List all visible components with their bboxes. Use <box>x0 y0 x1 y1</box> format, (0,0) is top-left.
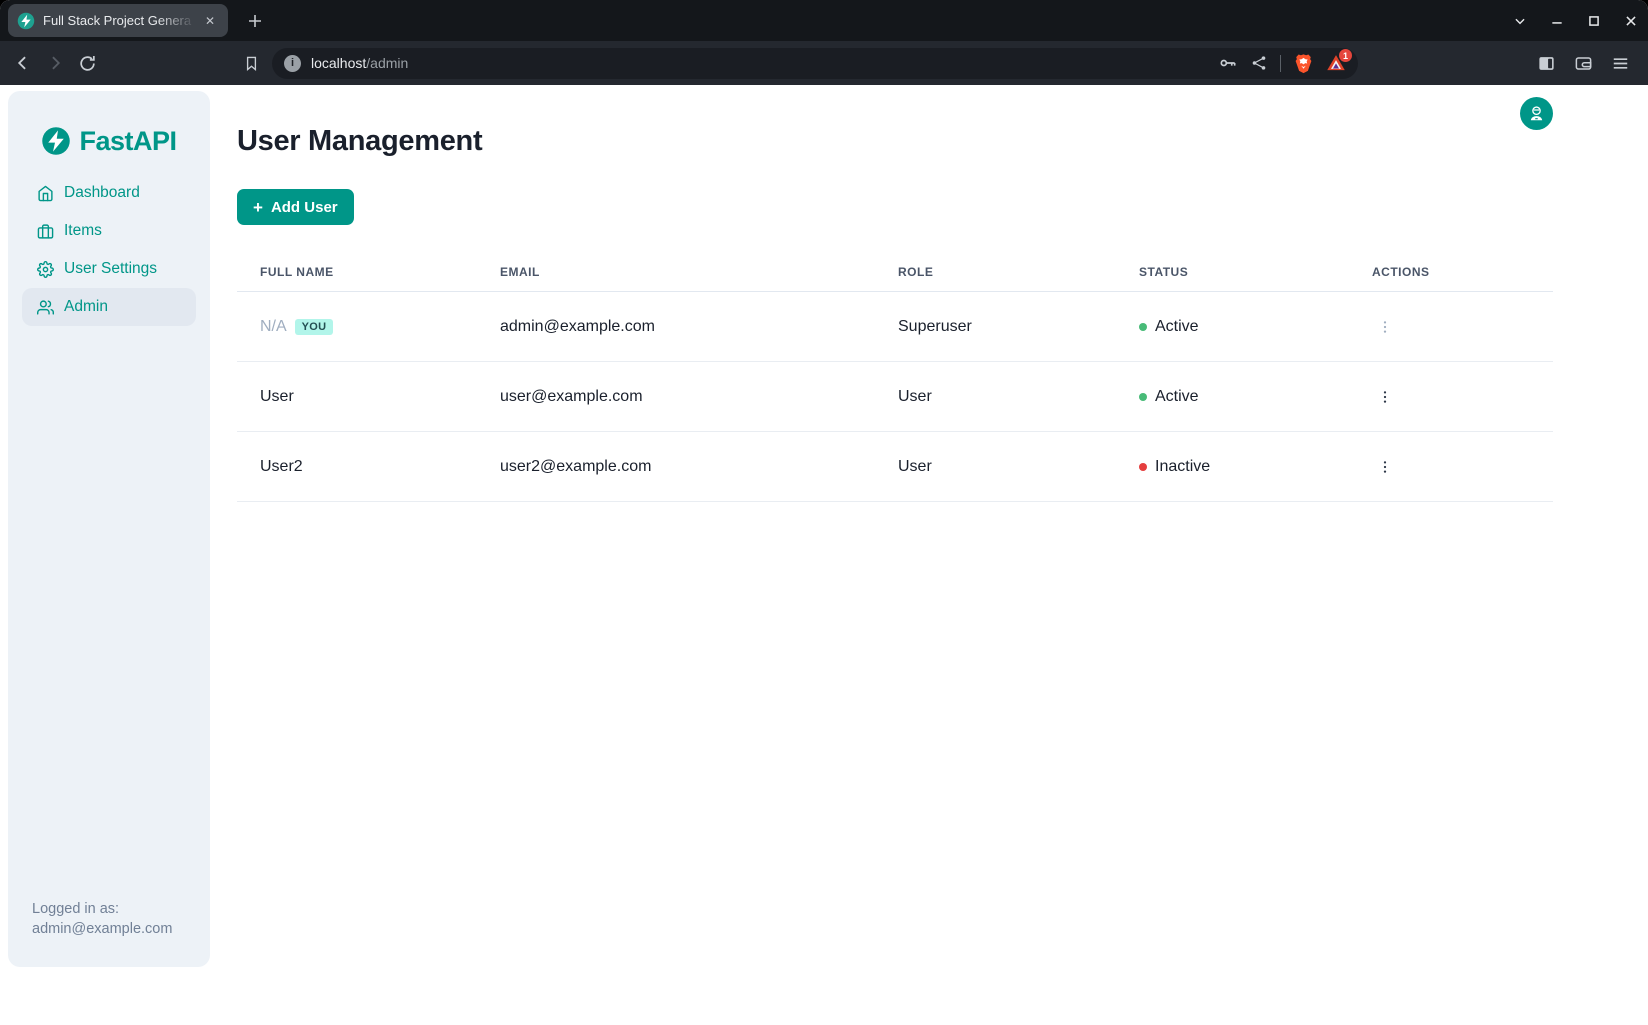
cell-role: User <box>875 388 1116 406</box>
url-host: localhost <box>311 55 366 71</box>
browser-window: Full Stack Project Genera ✕ i localhost/… <box>0 0 1648 1025</box>
sidebar-item-items[interactable]: Items <box>22 212 196 250</box>
plus-icon: + <box>253 199 263 216</box>
brand-name: FastAPI <box>79 126 176 157</box>
table-header-row: FULL NAME EMAIL ROLE STATUS ACTIONS <box>237 252 1553 292</box>
logged-in-label: Logged in as: <box>32 899 172 919</box>
you-badge: YOU <box>295 319 334 335</box>
sidebar-item-admin[interactable]: Admin <box>22 288 196 326</box>
window-maximize-icon[interactable] <box>1583 10 1605 32</box>
cell-email: user@example.com <box>477 388 875 406</box>
bookmark-icon[interactable] <box>238 50 264 76</box>
col-header-actions: ACTIONS <box>1349 265 1553 279</box>
urlbar-divider <box>1280 55 1281 72</box>
window-minimize-icon[interactable] <box>1546 10 1568 32</box>
cell-full-name: N/A <box>260 318 287 336</box>
row-actions-menu-button[interactable] <box>1372 384 1398 410</box>
window-controls <box>1509 0 1642 41</box>
col-header-email: EMAIL <box>477 265 875 279</box>
cell-status: Active <box>1155 318 1199 336</box>
reload-button[interactable] <box>74 50 100 76</box>
browser-toolbar: i localhost/admin 1 <box>0 41 1648 85</box>
tab-strip: Full Stack Project Genera ✕ <box>0 0 1648 41</box>
back-button[interactable] <box>10 50 36 76</box>
sidebar-item-label: Dashboard <box>64 184 140 202</box>
brave-rewards-icon[interactable]: 1 <box>1326 53 1346 73</box>
table-row: User2 user2@example.com User Inactive <box>237 432 1553 502</box>
row-actions-menu-button[interactable] <box>1372 454 1398 480</box>
url-text: localhost/admin <box>311 55 408 71</box>
new-tab-button[interactable] <box>241 7 269 35</box>
gear-icon <box>37 261 54 278</box>
tab-title: Full Stack Project Genera <box>43 13 201 28</box>
status-dot <box>1139 463 1147 471</box>
fastapi-favicon-icon <box>17 12 35 30</box>
address-bar[interactable]: i localhost/admin 1 <box>272 48 1358 79</box>
status-dot <box>1139 323 1147 331</box>
table-row: N/A YOU admin@example.com Superuser Acti… <box>237 292 1553 362</box>
logged-in-info: Logged in as: admin@example.com <box>32 899 172 939</box>
sidebar-item-label: User Settings <box>64 260 157 278</box>
cell-role: User <box>875 458 1116 476</box>
page-content: FastAPI Dashboard Items User Settings A <box>0 85 1648 1025</box>
url-path: /admin <box>366 55 408 71</box>
wallet-icon[interactable] <box>1571 51 1595 75</box>
brave-shield-icon[interactable] <box>1293 53 1314 74</box>
share-icon[interactable] <box>1250 54 1268 72</box>
sidebar-item-label: Admin <box>64 298 108 316</box>
menu-hamburger-icon[interactable] <box>1608 51 1632 75</box>
sidebar-item-dashboard[interactable]: Dashboard <box>22 174 196 212</box>
password-key-icon[interactable] <box>1218 53 1238 73</box>
logged-in-email: admin@example.com <box>32 919 172 939</box>
sidebar: FastAPI Dashboard Items User Settings A <box>8 91 210 967</box>
plus-icon <box>247 13 263 29</box>
cell-email: admin@example.com <box>477 318 875 336</box>
users-icon <box>37 299 54 316</box>
tab-close-icon[interactable]: ✕ <box>201 12 219 30</box>
sidebar-panel-icon[interactable] <box>1534 51 1558 75</box>
site-info-icon[interactable]: i <box>284 55 301 72</box>
fastapi-bolt-icon <box>41 126 71 156</box>
window-close-icon[interactable] <box>1620 10 1642 32</box>
users-table: FULL NAME EMAIL ROLE STATUS ACTIONS N/A … <box>237 252 1553 502</box>
cell-role: Superuser <box>875 318 1116 336</box>
cell-status: Inactive <box>1155 458 1210 476</box>
add-user-button[interactable]: + Add User <box>237 189 354 225</box>
fastapi-logo: FastAPI <box>8 125 210 157</box>
col-header-status: STATUS <box>1116 265 1349 279</box>
briefcase-icon <box>37 223 54 240</box>
forward-button[interactable] <box>42 50 68 76</box>
cell-email: user2@example.com <box>477 458 875 476</box>
rewards-badge: 1 <box>1339 49 1352 62</box>
status-dot <box>1139 393 1147 401</box>
sidebar-item-user-settings[interactable]: User Settings <box>22 250 196 288</box>
cell-full-name: User2 <box>237 458 477 476</box>
col-header-full-name: FULL NAME <box>237 265 477 279</box>
browser-tab[interactable]: Full Stack Project Genera ✕ <box>8 4 228 37</box>
main-panel: User Management + Add User FULL NAME EMA… <box>237 85 1648 502</box>
table-row: User user@example.com User Active <box>237 362 1553 432</box>
add-user-label: Add User <box>271 199 338 216</box>
home-icon <box>37 185 54 202</box>
page-title: User Management <box>237 125 1648 158</box>
cell-full-name: User <box>237 388 477 406</box>
sidebar-item-label: Items <box>64 222 102 240</box>
row-actions-menu-button[interactable] <box>1372 314 1398 340</box>
cell-status: Active <box>1155 388 1199 406</box>
sidebar-nav: Dashboard Items User Settings Admin <box>8 174 210 326</box>
col-header-role: ROLE <box>875 265 1116 279</box>
window-chevron-down-icon[interactable] <box>1509 10 1531 32</box>
